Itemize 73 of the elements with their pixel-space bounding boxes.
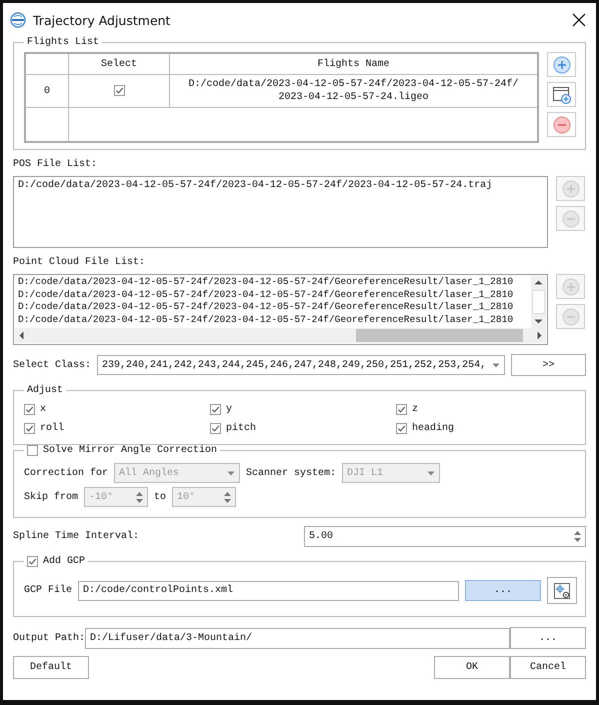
field-label: Output Path: <box>13 632 86 644</box>
list-box[interactable]: D:/code/data/2023-04-12-05-57-24f/2023-04-12-05-57-24f/2023-04-12-05-57-24.traj <box>13 176 548 248</box>
expand-button[interactable]: >> <box>511 354 586 376</box>
group-title: Add GCP <box>43 556 86 567</box>
caret-icon <box>227 470 236 476</box>
field-label: to <box>154 492 166 502</box>
logo-icon <box>10 12 26 28</box>
checkbox[interactable] <box>396 423 407 434</box>
input-field[interactable]: D:/Lifuser/data/3-Mountain/ <box>85 628 510 648</box>
table-cell: D:/code/data/2023-04-12-05-57-24f/2023-04-12-05-57-24f/ 2023-04-12-05-57-24.ligeo <box>188 78 519 104</box>
list-item[interactable]: D:/code/data/2023-04-12-05-57-24f/2023-04-12-05-57-24f/2023-04-12-05-57-24.traj <box>18 179 543 192</box>
class-dropdown[interactable]: 239,240,241,242,243,244,245,246,247,248,249,250,251,252,253,254, <box>97 355 505 375</box>
checkbox-label: heading <box>412 423 454 434</box>
vertical-scrollbar[interactable] <box>531 276 546 328</box>
plus-icon <box>552 56 570 74</box>
checkbox[interactable] <box>210 423 221 434</box>
field-label: GCP File <box>24 585 72 596</box>
table-header <box>25 53 68 74</box>
checkbox-label: x <box>40 404 46 415</box>
list-item[interactable]: D:/code/data/2023-04-12-05-57-24f/2023-04-12-05-57-24f/GeoreferenceResult/laser_1_2810 <box>18 301 531 314</box>
caret-icon <box>427 470 436 476</box>
minus-icon <box>562 210 580 228</box>
default-button[interactable]: Default <box>13 656 89 679</box>
field-label: Select Class: <box>13 360 92 370</box>
add-file-button[interactable] <box>547 82 576 107</box>
row-header: 0 <box>25 74 68 108</box>
ok-button[interactable]: OK <box>434 656 510 679</box>
checkbox[interactable] <box>27 445 38 456</box>
section-label: Point Cloud File List: <box>13 257 146 268</box>
field-label: Scanner system: <box>246 468 336 478</box>
checkbox[interactable] <box>27 556 38 567</box>
field-label: Correction for <box>24 468 108 478</box>
caret-icon <box>492 362 500 368</box>
plus-icon <box>562 278 580 296</box>
list-item[interactable]: D:/code/data/2023-04-12-05-57-24f/2023-04-12-05-57-24f/GeoreferenceResult/laser_1_2810 <box>18 276 531 288</box>
checkbox[interactable] <box>24 423 35 434</box>
checkbox-label: y <box>226 404 232 415</box>
field-label: Skip from <box>24 492 78 502</box>
cancel-button[interactable]: Cancel <box>510 656 586 679</box>
scroll-thumb[interactable] <box>356 329 523 342</box>
checkbox[interactable] <box>114 84 124 96</box>
section-label: POS File List: <box>13 159 98 170</box>
checkbox-label: roll <box>40 423 64 434</box>
minus-icon <box>552 116 570 134</box>
down-arrow-icon[interactable] <box>574 538 581 542</box>
add-button[interactable] <box>547 52 576 77</box>
checkbox[interactable] <box>24 404 35 415</box>
close-icon[interactable] <box>572 13 586 27</box>
window-title: Trajectory Adjustment <box>33 12 172 28</box>
spin-box[interactable]: 5.00 <box>304 526 586 547</box>
window-add-icon <box>552 84 572 104</box>
minus-icon <box>562 308 580 326</box>
browse-button[interactable]: ... <box>465 580 541 601</box>
browse-button[interactable]: ... <box>510 627 586 649</box>
group-title: Adjust <box>27 385 64 396</box>
settings-button[interactable] <box>547 577 577 604</box>
group-title: Solve Mirror Angle Correction <box>43 445 218 456</box>
group-title: Flights List <box>27 37 100 48</box>
plus-icon <box>562 180 580 198</box>
column-header: Flights Name <box>170 53 538 74</box>
field-label: Spline Time Interval: <box>13 531 140 542</box>
up-arrow-icon[interactable] <box>574 531 581 535</box>
list-item[interactable]: D:/code/data/2023-04-12-05-57-24f/2023-04-12-05-57-24f/GeoreferenceResult/laser_1_2810 <box>18 288 531 301</box>
checkbox[interactable] <box>210 404 221 415</box>
input-field[interactable]: D:/code/controlPoints.xml <box>78 580 459 600</box>
target-gear-icon <box>552 580 572 600</box>
checkbox-label: pitch <box>226 423 256 434</box>
horizontal-scrollbar[interactable] <box>15 328 546 343</box>
checkbox-label: z <box>412 404 418 415</box>
checkbox[interactable] <box>396 404 407 415</box>
list-item[interactable]: D:/code/data/2023-04-12-05-57-24f/2023-04-12-05-57-24f/GeoreferenceResult/laser_1_2810 <box>18 314 531 326</box>
scroll-thumb[interactable] <box>532 290 545 314</box>
column-header: Select <box>68 53 170 74</box>
